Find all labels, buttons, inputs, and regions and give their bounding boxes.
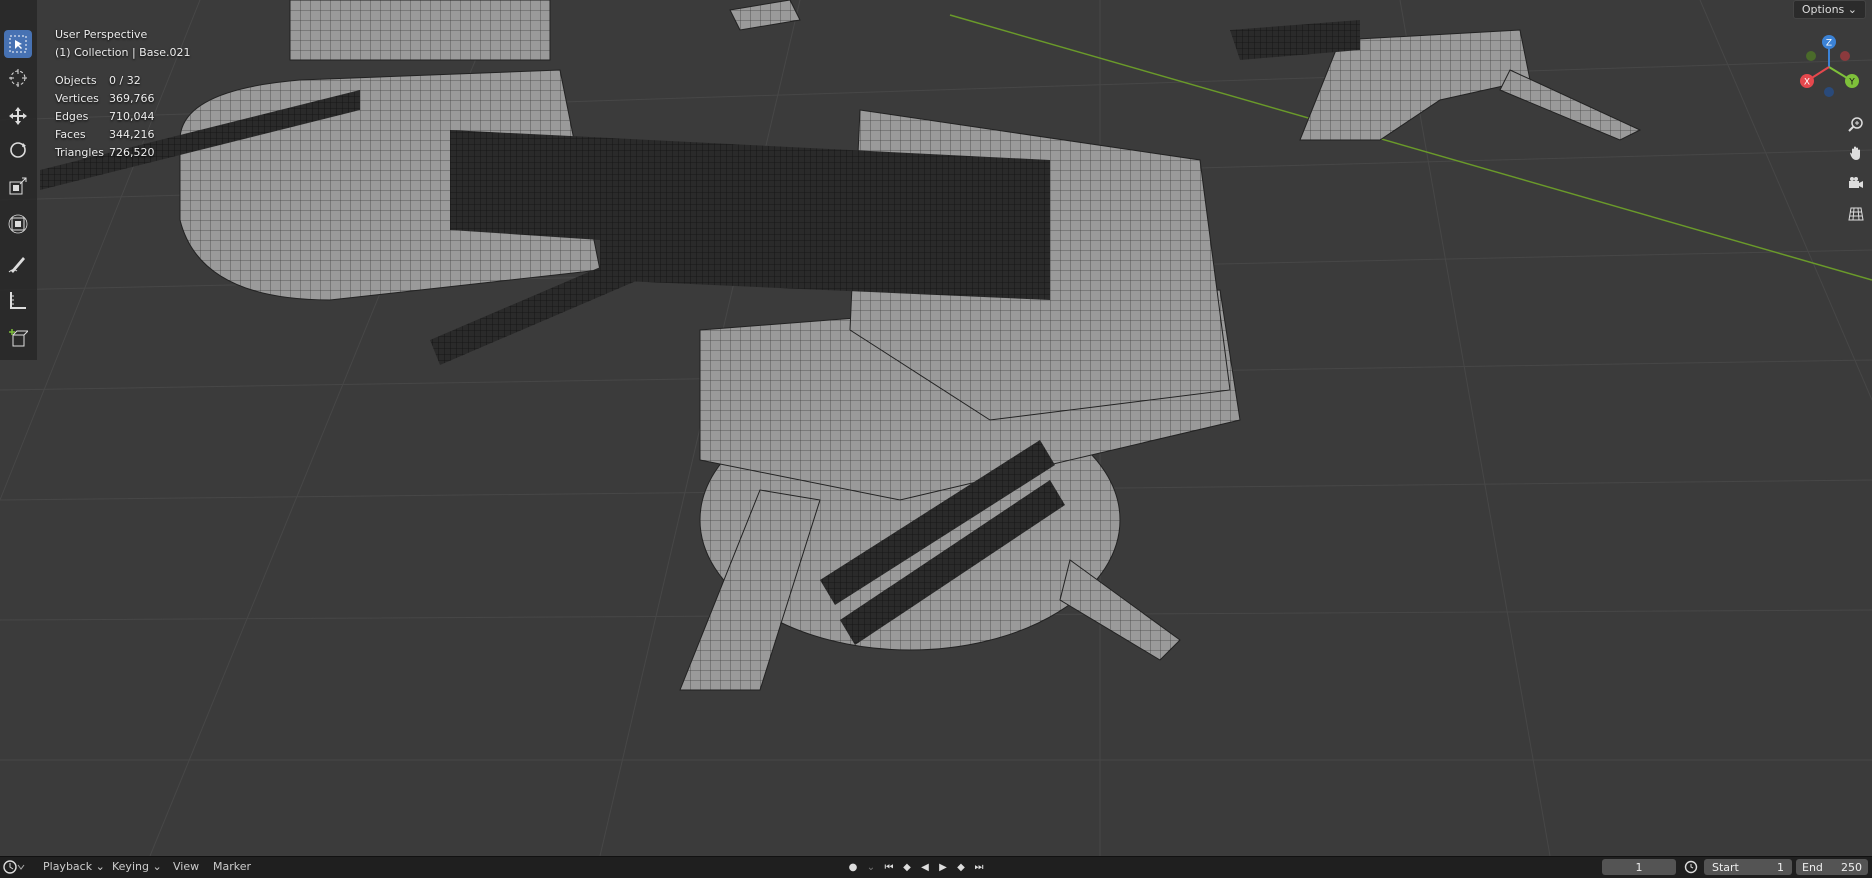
stat-label: Objects	[55, 74, 97, 87]
top-small-model	[729, 0, 801, 31]
add-cube-icon[interactable]	[4, 324, 32, 352]
transform-icon[interactable]	[4, 210, 32, 238]
stat-value: 710,044	[109, 110, 155, 123]
chevron-down-icon: ⌄	[1847, 3, 1857, 16]
active-collection: (1) Collection | Base.021	[55, 46, 191, 59]
stat-value: 0 / 32	[109, 74, 141, 87]
scene-render	[0, 0, 1872, 856]
start-frame-field[interactable]: Start 1	[1704, 859, 1792, 875]
zoom-icon[interactable]	[1844, 112, 1868, 136]
y-axis-label: Y	[1848, 78, 1855, 88]
playback-label: Playback	[43, 860, 93, 873]
stat-row: Faces 344,216	[55, 126, 190, 144]
scale-icon[interactable]	[4, 172, 32, 200]
stat-label: Vertices	[55, 92, 99, 105]
stat-label: Triangles	[55, 146, 104, 159]
right-turret-model	[1230, 20, 1642, 141]
play-reverse-icon[interactable]: ◀	[918, 860, 932, 874]
stat-value: 369,766	[109, 92, 155, 105]
record-icon[interactable]: ●	[846, 860, 860, 874]
move-icon[interactable]	[4, 102, 32, 130]
stat-label: Faces	[55, 128, 86, 141]
jump-end-icon[interactable]: ⏭	[972, 860, 986, 874]
chevron-down-icon: ⌄	[95, 860, 105, 873]
next-keyframe-icon[interactable]: ◆	[954, 860, 968, 874]
marker-menu[interactable]: Marker	[213, 860, 251, 873]
current-frame-field[interactable]: 1	[1602, 859, 1676, 875]
stat-label: Edges	[55, 110, 89, 123]
playback-controls: ● ⌄ ⏮ ◆ ◀ ▶ ◆ ⏭	[846, 860, 986, 874]
end-value: 250	[1841, 860, 1862, 874]
chevron-down-icon: ⌄	[152, 860, 162, 873]
timeline-bar: Playback ⌄ Keying ⌄ View Marker ● ⌄ ⏮ ◆ …	[0, 856, 1872, 878]
x-axis-label: X	[1804, 78, 1810, 88]
pan-hand-icon[interactable]	[1844, 141, 1868, 165]
main-turret-model	[430, 109, 1241, 691]
measure-icon[interactable]	[4, 286, 32, 314]
tool-shelf	[0, 0, 37, 360]
select-box-icon[interactable]	[4, 30, 32, 58]
current-frame-value: 1	[1635, 860, 1643, 874]
stat-row: Vertices 369,766	[55, 90, 190, 108]
prev-keyframe-icon[interactable]: ◆	[900, 860, 914, 874]
3d-viewport[interactable]: User Perspective (1) Collection | Base.0…	[0, 0, 1872, 856]
options-dropdown[interactable]: Options ⌄	[1792, 0, 1866, 19]
neg-x-handle	[1840, 51, 1850, 61]
stat-row: Edges 710,044	[55, 108, 190, 126]
options-label: Options	[1801, 3, 1845, 16]
stat-value: 344,216	[109, 128, 155, 141]
camera-icon[interactable]	[1844, 171, 1868, 195]
annotate-icon[interactable]	[4, 250, 32, 278]
end-frame-field[interactable]: End 250	[1796, 859, 1868, 875]
neg-z-handle	[1824, 87, 1834, 97]
z-axis-label: Z	[1826, 39, 1832, 49]
playback-menu[interactable]: Playback ⌄	[43, 860, 105, 873]
stat-row: Objects 0 / 32	[55, 72, 190, 90]
stat-row: Triangles 726,520	[55, 144, 190, 162]
view-name: User Perspective	[55, 28, 148, 41]
clock-icon[interactable]	[1684, 860, 1698, 877]
start-value: 1	[1777, 860, 1784, 874]
neg-y-handle	[1806, 51, 1816, 61]
keying-label: Keying	[112, 860, 149, 873]
rotate-icon[interactable]	[4, 136, 32, 164]
keying-menu[interactable]: Keying ⌄	[112, 860, 162, 873]
chevron-down-icon[interactable]: ⌄	[864, 860, 878, 874]
view-menu[interactable]: View	[173, 860, 199, 873]
navigation-gizmo[interactable]: Z Y X	[1796, 34, 1862, 100]
viewport-info-overlay: User Perspective (1) Collection | Base.0…	[55, 26, 190, 162]
end-label: End	[1802, 860, 1823, 874]
jump-start-icon[interactable]: ⏮	[882, 860, 896, 874]
grid-ortho-icon[interactable]	[1844, 202, 1868, 226]
stat-value: 726,520	[109, 146, 155, 159]
play-icon[interactable]: ▶	[936, 860, 950, 874]
cursor-icon[interactable]	[4, 64, 32, 92]
start-label: Start	[1712, 860, 1739, 874]
editor-type-icon[interactable]	[3, 860, 25, 877]
